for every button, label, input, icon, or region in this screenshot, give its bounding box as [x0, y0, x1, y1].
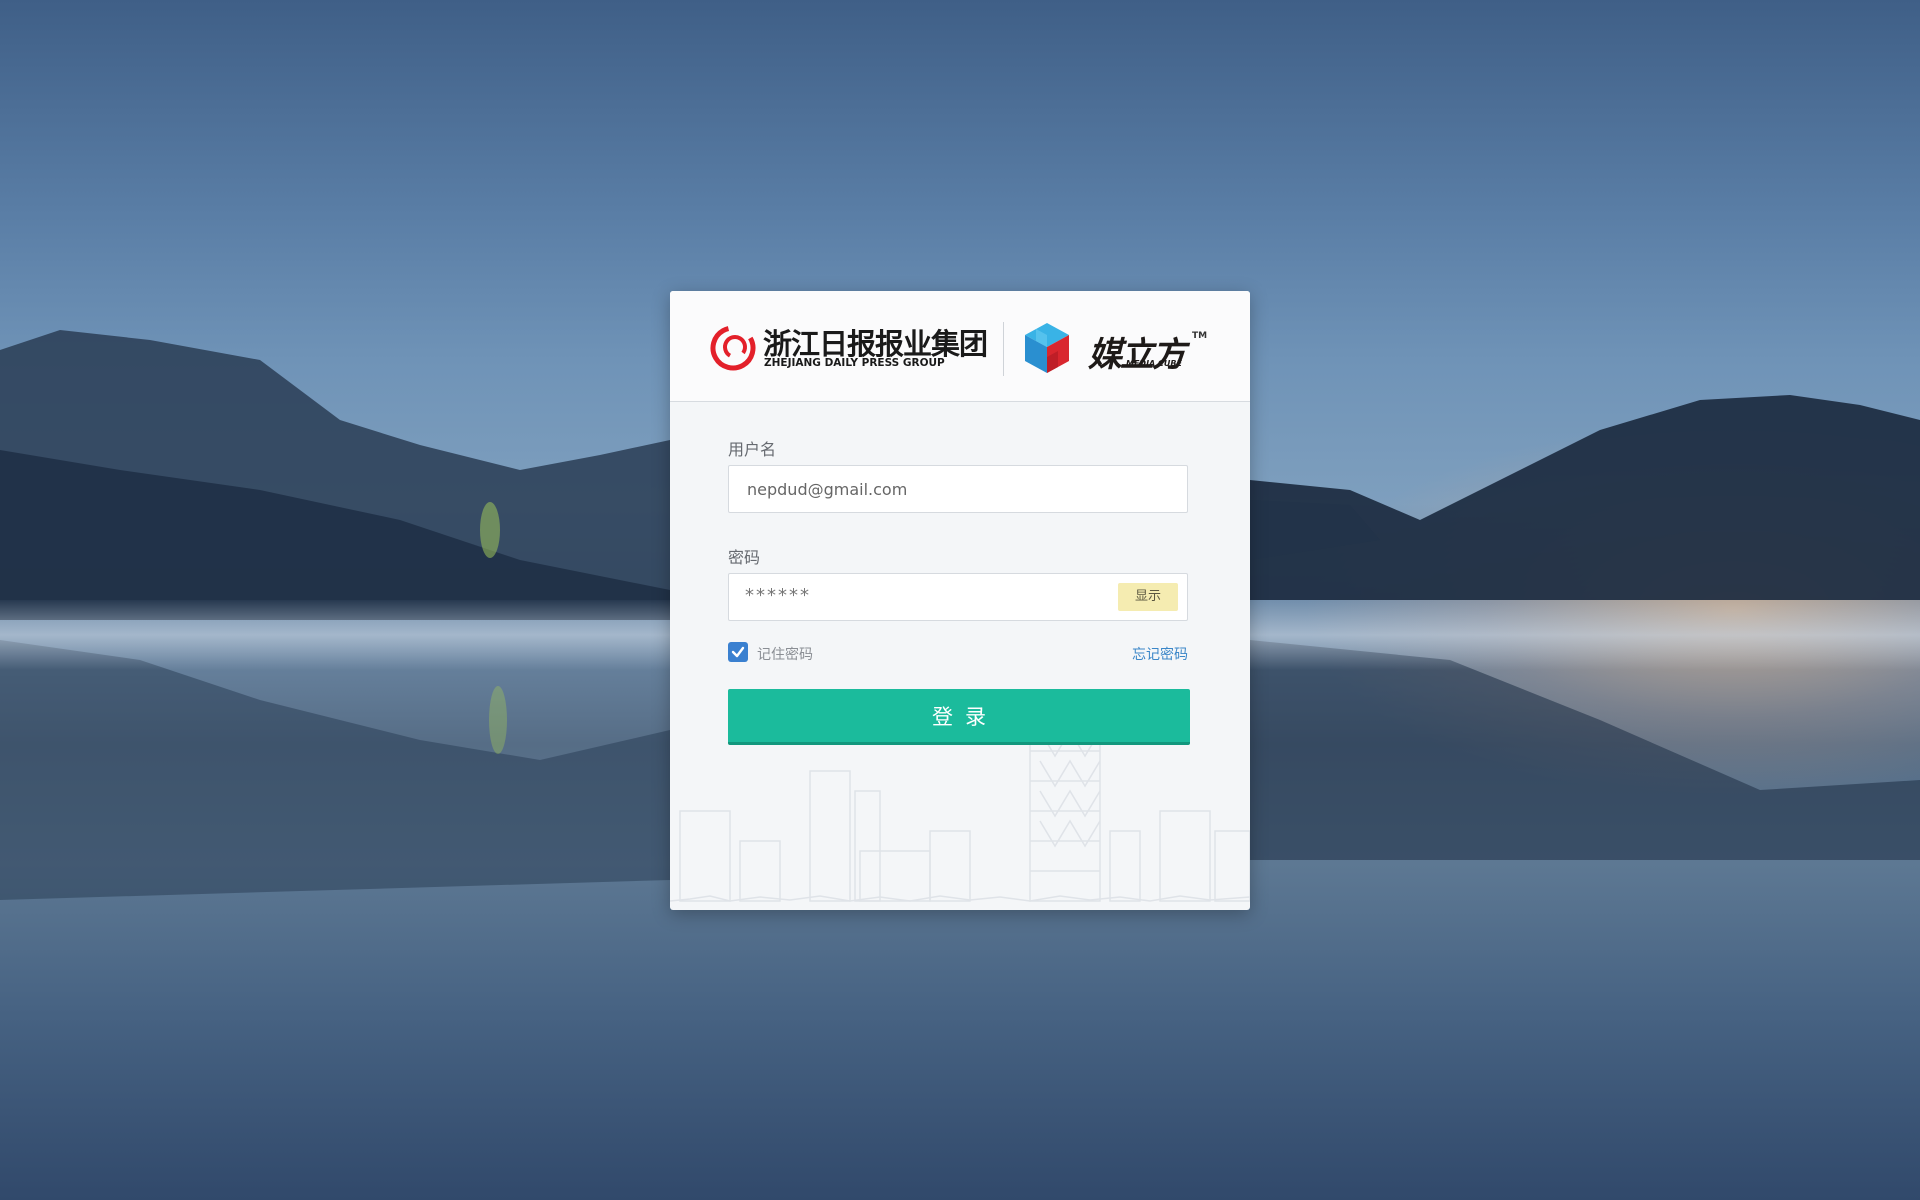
media-cube-name: 媒立方: [1088, 335, 1186, 375]
username-field-wrapper: [728, 465, 1188, 513]
logo-divider: [1003, 322, 1004, 376]
username-label: 用户名: [728, 440, 777, 459]
remember-checkbox[interactable]: [728, 642, 748, 662]
password-label: 密码: [728, 548, 761, 567]
trademark-mark: TM: [1192, 331, 1208, 341]
password-field-wrapper[interactable]: ****** 显示: [728, 573, 1188, 621]
media-cube-icon: [1025, 323, 1069, 373]
username-input[interactable]: [729, 466, 1187, 512]
password-input[interactable]: ******: [745, 585, 811, 606]
login-card: 浙江日报报业集团 ZHEJIANG DAILY PRESS GROUP 媒立方 …: [670, 291, 1250, 910]
card-header: 浙江日报报业集团 ZHEJIANG DAILY PRESS GROUP 媒立方 …: [670, 291, 1250, 402]
press-group-emblem-icon: [710, 325, 756, 371]
forgot-password-link[interactable]: 忘记密码: [1132, 644, 1188, 664]
remember-label: 记住密码: [757, 647, 813, 663]
login-button[interactable]: 登录: [728, 689, 1190, 745]
show-password-button[interactable]: 显示: [1118, 583, 1178, 611]
press-group-name-en: ZHEJIANG DAILY PRESS GROUP: [764, 357, 945, 369]
checkmark-icon: [731, 646, 745, 658]
media-cube-name-en: MEDIA CUBE: [1126, 359, 1182, 368]
city-skyline-watermark: [670, 731, 1250, 902]
